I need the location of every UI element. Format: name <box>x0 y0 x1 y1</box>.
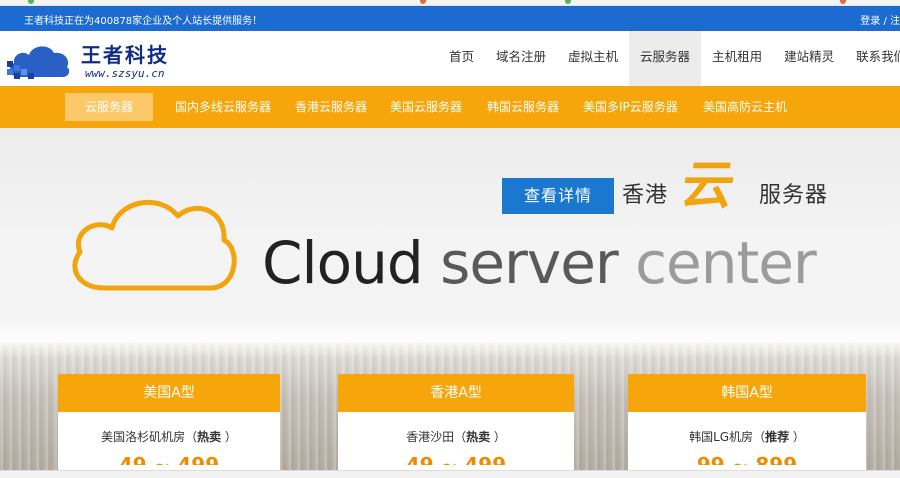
subnav-item-domestic-multiline[interactable]: 国内多线云服务器 <box>175 93 271 121</box>
view-details-button[interactable]: 查看详情 <box>502 178 614 214</box>
tab-indicator-icon <box>565 0 571 4</box>
card-price: 99 ~ 899 <box>696 453 798 465</box>
bottom-taskbar-strip <box>0 470 900 478</box>
service-notice: 王者科技正在为400878家企业及个人站长提供服务！ <box>24 16 263 27</box>
main-nav: 首页 域名注册 虚拟主机 云服务器 主机租用 建站精灵 联系我们 <box>438 31 900 86</box>
product-card-korea[interactable]: 韩国A型 韩国LG机房（推荐 ） 99 ~ 899 <box>628 374 866 478</box>
login-link[interactable]: 登录 / 注 <box>860 12 900 27</box>
card-location: 香港沙田（热卖 ） <box>406 430 506 444</box>
tab-indicator-icon <box>28 0 34 4</box>
nav-item-site-builder[interactable]: 建站精灵 <box>773 31 845 86</box>
subnav-item-hongkong[interactable]: 香港云服务器 <box>295 93 367 121</box>
tab-indicator-icon <box>840 0 846 4</box>
tagline-word-cloud: Cloud <box>262 229 424 297</box>
hero-cloud-character: 云 <box>676 155 740 216</box>
tab-indicator-icon <box>420 0 426 4</box>
top-info-bar: 王者科技正在为400878家企业及个人站长提供服务！ 登录 / 注 <box>0 6 900 31</box>
hero-tagline: Cloud server center <box>262 228 817 298</box>
subnav-item-usa[interactable]: 美国云服务器 <box>390 93 462 121</box>
card-tag: 推荐 <box>765 430 790 444</box>
card-price: 49 ~ 499 <box>405 453 507 465</box>
nav-item-cloud-server[interactable]: 云服务器 <box>629 31 702 86</box>
subnav-item-korea[interactable]: 韩国云服务器 <box>487 93 559 121</box>
subnav-item-usa-ddos[interactable]: 美国高防云主机 <box>703 93 787 121</box>
card-location-name: 韩国LG机房 <box>689 430 754 444</box>
card-location: 韩国LG机房（推荐 ） <box>689 430 805 444</box>
logo-title: 王者科技 <box>81 43 169 67</box>
cloud-logo-icon <box>7 46 70 79</box>
nav-item-domain[interactable]: 域名注册 <box>485 31 557 86</box>
nav-item-contact[interactable]: 联系我们 <box>845 31 900 86</box>
product-card-hongkong[interactable]: 香港A型 香港沙田（热卖 ） 49 ~ 499 <box>338 374 574 478</box>
logo-url: www.szsyu.cn <box>85 67 165 80</box>
cloud-outline-icon <box>72 199 237 291</box>
card-tag: 热卖 <box>466 430 491 444</box>
card-title: 美国A型 <box>58 374 280 412</box>
card-location-name: 美国洛杉矶机房 <box>101 430 186 444</box>
subnav-item-usa-multi-ip[interactable]: 美国多IP云服务器 <box>583 93 678 121</box>
nav-item-virtual-host[interactable]: 虚拟主机 <box>557 31 629 86</box>
product-card-usa[interactable]: 美国A型 美国洛杉矶机房（热卖 ） 49 ~ 499 <box>58 374 280 478</box>
card-price: 49 ~ 499 <box>118 453 220 465</box>
hero-server-text: 服务器 <box>759 183 829 208</box>
tagline-word-center: center <box>635 229 817 297</box>
card-location: 美国洛杉矶机房（热卖 ） <box>101 430 237 444</box>
card-tag: 热卖 <box>197 430 222 444</box>
hero-banner[interactable]: 查看详情 香港 云 服务器 Cloud server center 美国A型 美… <box>0 128 900 478</box>
card-title: 香港A型 <box>338 374 574 412</box>
sub-nav: 云服务器 国内多线云服务器 香港云服务器 美国云服务器 韩国云服务器 美国多IP… <box>0 86 900 128</box>
card-title: 韩国A型 <box>628 374 866 412</box>
subnav-item-cloud-server[interactable]: 云服务器 <box>65 93 154 121</box>
site-header: 王者科技 www.szsyu.cn 首页 域名注册 虚拟主机 云服务器 主机租用… <box>0 31 900 86</box>
card-location-name: 香港沙田 <box>406 430 455 444</box>
nav-item-home[interactable]: 首页 <box>438 31 485 86</box>
nav-item-host-rental[interactable]: 主机租用 <box>701 31 773 86</box>
horizon-glow <box>0 318 900 358</box>
site-logo[interactable]: 王者科技 www.szsyu.cn <box>5 37 175 83</box>
tagline-word-server: server <box>440 229 619 297</box>
hero-hk-text: 香港 <box>622 183 669 208</box>
